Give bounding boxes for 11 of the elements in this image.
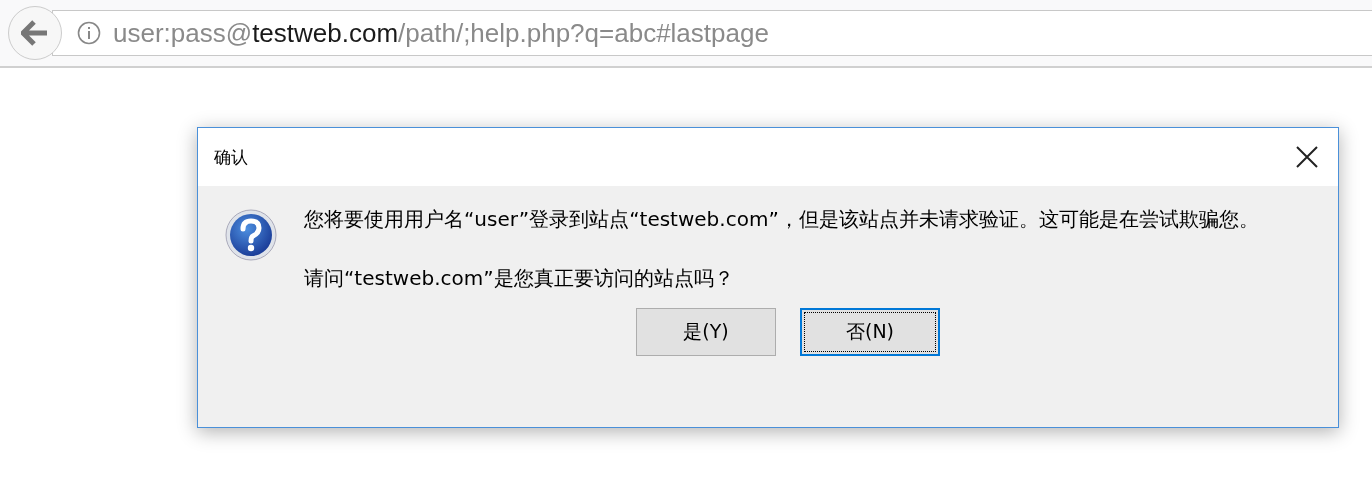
address-bar[interactable]: user:pass@testweb.com/path/;help.php?q=abc#lastpage (52, 10, 1372, 56)
url-text: user:pass@testweb.com/path/;help.php?q=abc#lastpage (113, 17, 769, 49)
dialog-title: 确认 (214, 145, 248, 169)
info-icon[interactable] (77, 21, 101, 45)
question-icon (224, 208, 278, 262)
back-arrow-icon (21, 20, 49, 46)
dialog-button[interactable]: 是(Y) (636, 308, 776, 356)
back-button[interactable] (8, 6, 62, 60)
warning-message: 您将要使用用户名“user”登录到站点“testweb.com”，但是该站点并未请求验证。这可能是在尝试欺骗您。 (304, 206, 1259, 233)
dialog-button[interactable]: 否(N) (800, 308, 940, 356)
confirm-question: 请问“testweb.com”是您真正要访问的站点吗？ (304, 265, 735, 292)
